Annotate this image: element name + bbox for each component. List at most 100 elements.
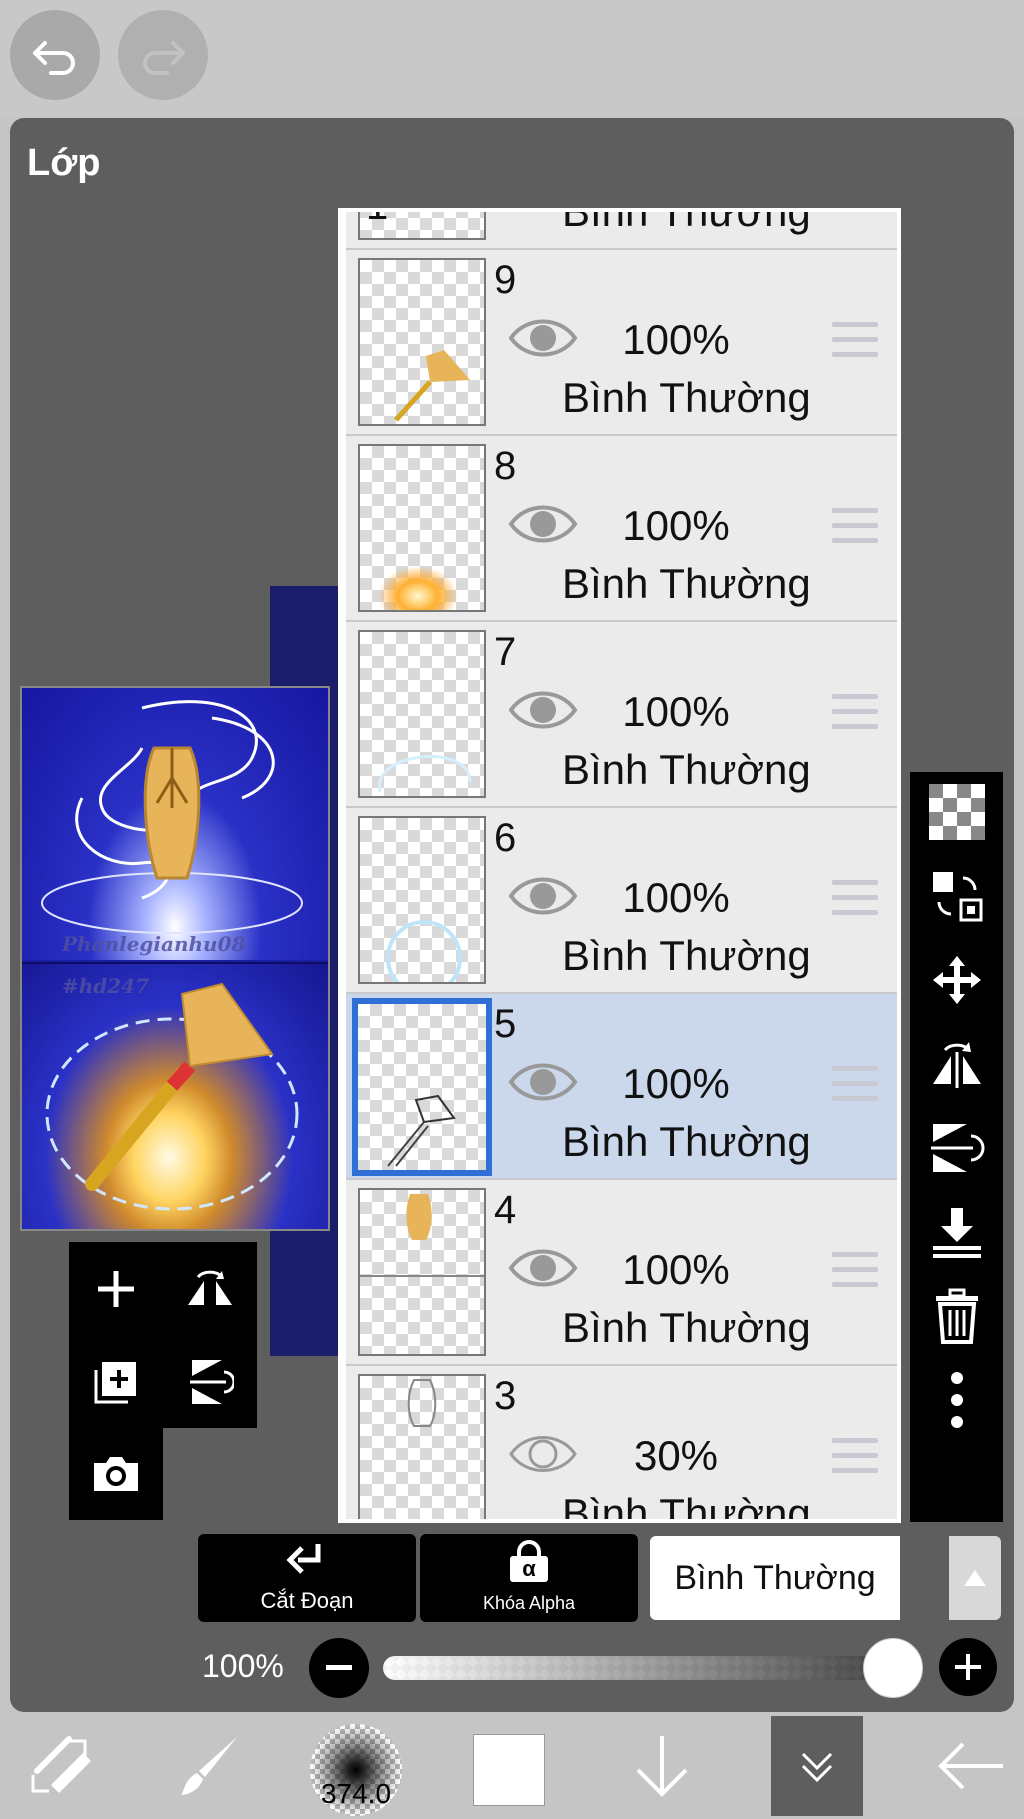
redo-button[interactable] xyxy=(118,10,208,100)
layer-row[interactable]: 4 100% Bình Thường xyxy=(346,1180,897,1366)
brush-size-value: 374.0 xyxy=(320,1778,392,1809)
lock-icon: α xyxy=(510,1540,548,1582)
back-button[interactable] xyxy=(920,1712,1020,1819)
add-layer-copy-button[interactable] xyxy=(69,1336,163,1428)
merge-down-button[interactable] xyxy=(910,1192,1003,1272)
arrow-down-icon xyxy=(636,1735,688,1797)
layer-thumbnail xyxy=(358,1188,486,1356)
layer-thumbnail xyxy=(352,998,492,1176)
layer-tools-bar xyxy=(910,772,1003,1522)
flip-horizontal-button[interactable] xyxy=(910,1024,1003,1104)
preview-top-artwork: Phanlegianhu08 xyxy=(22,688,328,960)
alpha-lock-label: Khóa Alpha xyxy=(482,1593,576,1613)
blend-mode-select[interactable]: Bình Thường xyxy=(650,1536,900,1620)
add-layer-button[interactable] xyxy=(69,1242,163,1336)
camera-button[interactable] xyxy=(69,1428,163,1520)
trash-icon xyxy=(935,1288,978,1344)
eye-icon[interactable] xyxy=(508,314,578,362)
flip-horizontal-icon xyxy=(188,1270,232,1305)
delete-layer-button[interactable] xyxy=(910,1276,1003,1356)
layer-opacity: 100% xyxy=(622,1246,730,1293)
opacity-slider[interactable] xyxy=(383,1656,923,1680)
triangle-up-icon xyxy=(964,1570,986,1586)
transparency-button[interactable] xyxy=(910,772,1003,852)
brush-tool-button[interactable] xyxy=(160,1712,260,1819)
opacity-value-label: 100% xyxy=(202,1648,284,1684)
layer-blend-mode: Bình Thường xyxy=(562,1118,811,1165)
add-copy-icon xyxy=(94,1362,136,1404)
camera-icon xyxy=(94,1457,138,1491)
blend-mode-dropdown-button[interactable] xyxy=(949,1536,1001,1620)
drag-handle-icon[interactable] xyxy=(832,508,878,553)
drag-handle-icon[interactable] xyxy=(832,1252,878,1297)
opacity-decrease-button[interactable] xyxy=(309,1638,369,1698)
drag-handle-icon[interactable] xyxy=(832,322,878,367)
drag-handle-icon[interactable] xyxy=(832,1438,878,1483)
layer-opacity: 100% xyxy=(622,316,730,363)
move-button[interactable] xyxy=(910,940,1003,1020)
swap-icon xyxy=(932,872,982,922)
layer-thumbnail xyxy=(358,444,486,612)
eye-icon[interactable] xyxy=(508,1430,578,1478)
undo-button[interactable] xyxy=(10,10,100,100)
layer-list-scroll[interactable]: 1 Bình Thường 9 100% Bình Thường 8 xyxy=(346,212,897,1523)
drag-handle-icon[interactable] xyxy=(832,880,878,925)
layer-blend-mode: Bình Thường xyxy=(562,212,811,236)
layer-blend-mode: Bình Thường xyxy=(562,746,811,793)
eye-icon[interactable] xyxy=(508,1244,578,1292)
minus-icon xyxy=(326,1665,352,1670)
layer-opacity: 100% xyxy=(622,1060,730,1107)
brush-icon xyxy=(181,1736,237,1795)
layer-row[interactable]: 6 100% Bình Thường xyxy=(346,808,897,994)
top-bar xyxy=(0,0,1024,118)
watermark-top: Phanlegianhu08 xyxy=(62,932,246,956)
layer-row[interactable]: 7 100% Bình Thường xyxy=(346,622,897,808)
flip-horizontal-button[interactable] xyxy=(163,1242,257,1336)
redo-icon xyxy=(143,41,185,75)
layer-number: 3 xyxy=(494,1374,517,1418)
more-vertical-icon xyxy=(950,1372,963,1428)
eye-icon[interactable] xyxy=(508,686,578,734)
eye-icon[interactable] xyxy=(508,872,578,920)
layer-row-selected[interactable]: 5 100% Bình Thường xyxy=(346,994,897,1180)
layer-row[interactable]: 8 100% Bình Thường xyxy=(346,436,897,622)
layer-opacity: 100% xyxy=(622,502,730,549)
flip-vertical-button[interactable] xyxy=(910,1108,1003,1188)
layer-thumbnail xyxy=(358,258,486,426)
flip-horizontal-icon xyxy=(932,1042,981,1088)
drag-handle-icon[interactable] xyxy=(832,694,878,739)
eye-icon[interactable] xyxy=(508,500,578,548)
color-swatch-button[interactable] xyxy=(473,1734,545,1806)
undo-icon xyxy=(33,41,75,75)
layer-list[interactable]: 1 Bình Thường 9 100% Bình Thường 8 xyxy=(338,208,901,1523)
canvas-preview[interactable]: Phanlegianhu08 #hd247 xyxy=(20,686,330,1231)
layer-row[interactable]: 9 100% Bình Thường xyxy=(346,250,897,436)
flip-vertical-button[interactable] xyxy=(163,1336,257,1428)
flip-vertical-icon xyxy=(190,1360,234,1404)
layer-down-button[interactable] xyxy=(617,1712,707,1819)
layer-number: 4 xyxy=(494,1188,517,1232)
transform-tool-button[interactable] xyxy=(14,1712,114,1819)
clip-label: Cắt Đoạn xyxy=(260,1588,354,1613)
watermark-bottom: #hd247 xyxy=(62,974,150,998)
layer-number: 6 xyxy=(494,816,517,860)
layer-opacity: 100% xyxy=(622,688,730,735)
eye-icon[interactable] xyxy=(508,1058,578,1106)
clip-button[interactable]: Cắt Đoạn xyxy=(198,1534,416,1622)
flip-vertical-icon xyxy=(930,1124,984,1172)
opacity-slider-knob[interactable] xyxy=(863,1638,923,1698)
checkerboard-icon xyxy=(928,784,985,840)
layer-blend-mode: Bình Thường xyxy=(562,1490,811,1523)
layer-row[interactable]: 3 30% Bình Thường xyxy=(346,1366,897,1523)
merge-down-icon xyxy=(932,1208,981,1258)
alpha-symbol: α xyxy=(510,1556,548,1582)
more-options-button[interactable] xyxy=(910,1360,1003,1440)
drag-handle-icon[interactable] xyxy=(832,1066,878,1111)
layer-thumbnail xyxy=(358,816,486,984)
opacity-increase-button[interactable] xyxy=(939,1638,997,1696)
alpha-lock-button[interactable]: α Khóa Alpha xyxy=(420,1534,638,1622)
layers-panel-toggle[interactable] xyxy=(771,1716,863,1816)
swap-layer-button[interactable] xyxy=(910,856,1003,936)
chevron-double-down-icon xyxy=(801,1752,833,1783)
layer-row[interactable]: 1 Bình Thường xyxy=(346,212,897,250)
